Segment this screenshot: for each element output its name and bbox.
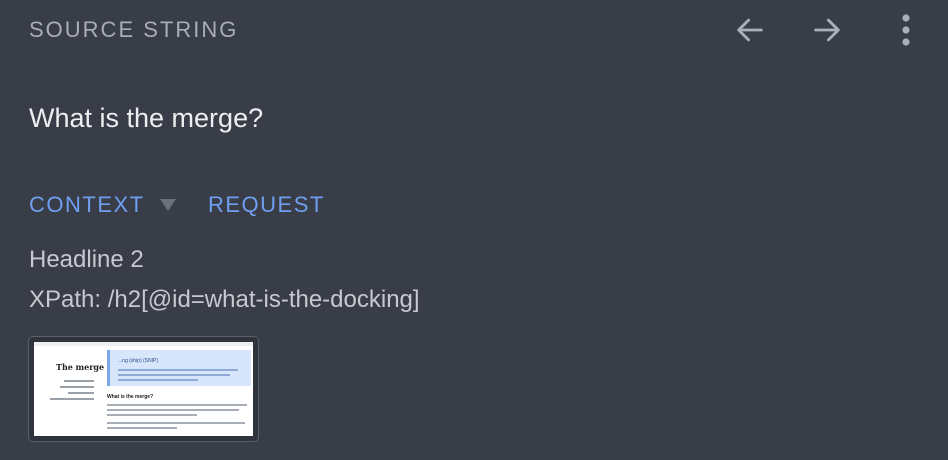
source-string-panel: SOURCE STRING What is the merge? CONTEXT [0,0,948,460]
previous-string-button[interactable] [730,10,770,50]
thumbnail-highlighted-element: ...ng (ship) (SNIP) [107,350,251,386]
thumbnail-text-line [107,422,245,424]
more-options-button[interactable] [886,10,926,50]
arrow-right-icon [814,18,840,42]
thumbnail-text-line [107,404,247,406]
thumbnail-text-line [107,409,239,411]
thumbnail-section-heading: What is the merge? [107,394,154,400]
thumbnail-page-heading: The merge [56,362,105,372]
context-xpath: XPath: /h2[@id=what-is-the-docking] [29,286,420,313]
context-screenshot-thumbnail[interactable]: The merge ...ng (ship) (SNIP) What is th… [28,336,259,442]
more-vertical-icon [902,14,910,46]
thumbnail-nav-line [64,380,94,382]
thumbnail-nav-line [50,398,94,400]
thumbnail-highlight-heading: ...ng (ship) (SNIP) [118,358,159,364]
thumbnail-nav-line [60,386,94,388]
screenshot-image: The merge ...ng (ship) (SNIP) What is th… [34,342,253,436]
source-string-text: What is the merge? [29,103,264,133]
thumbnail-nav-line [68,392,94,394]
arrow-left-icon [737,18,763,42]
thumbnail-text-line [118,374,230,376]
section-title: SOURCE STRING [29,17,239,42]
next-string-button[interactable] [807,10,847,50]
thumbnail-text-line [118,369,238,371]
thumbnail-text-line [107,427,177,429]
thumbnail-text-line [107,414,197,416]
caret-down-icon[interactable] [159,198,177,217]
tab-context[interactable]: CONTEXT [29,192,145,218]
tab-request[interactable]: REQUEST [208,192,325,218]
thumbnail-topbar [34,342,253,346]
thumbnail-text-line [118,379,198,381]
context-element-type: Headline 2 [29,246,144,273]
panel-header: SOURCE STRING [0,0,948,60]
